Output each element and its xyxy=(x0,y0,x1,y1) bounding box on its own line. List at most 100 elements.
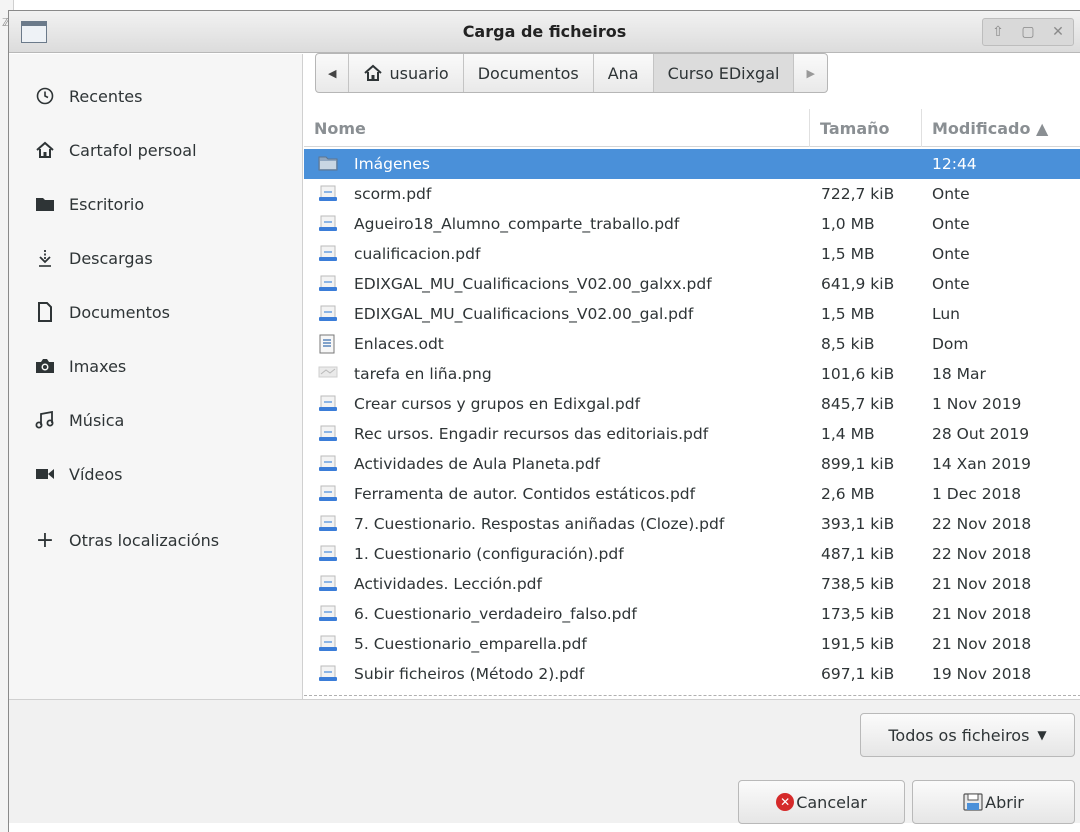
file-modified: 21 Nov 2018 xyxy=(932,575,1032,593)
file-row[interactable]: Subir ficheiros (Método 2).pdf 697,1 kiB 1… xyxy=(304,659,1080,689)
file-row[interactable]: Rec ursos. Engadir recursos das editoria… xyxy=(304,419,1080,449)
path-forward-button[interactable]: ▶ xyxy=(794,54,826,92)
file-rows: Imágenes 12:44 scorm.pdf 722,7 kiB Onte Aguei… xyxy=(304,149,1080,689)
file-name: Agueiro18_Alumno_comparte_traballo.pdf xyxy=(354,215,680,233)
file-name: scorm.pdf xyxy=(354,185,432,203)
file-row[interactable]: Enlaces.odt 8,5 kiB Dom xyxy=(304,329,1080,359)
file-chooser-dialog: Carga de ficheiros ⇧ ▢ ✕ Recentes Cartaf… xyxy=(8,10,1080,832)
file-row[interactable]: EDIXGAL_MU_Cualificacions_V02.00_gal.pdf… xyxy=(304,299,1080,329)
open-button[interactable]: Abrir xyxy=(912,780,1075,824)
cancel-button[interactable]: ✕ Cancelar xyxy=(738,780,905,824)
file-modified: 19 Nov 2018 xyxy=(932,665,1032,683)
file-row[interactable]: 5. Cuestionario_emparella.pdf 191,5 kiB 21… xyxy=(304,629,1080,659)
column-header-modified[interactable]: Modificado ▲ xyxy=(921,109,1080,147)
column-header-name[interactable]: Nome xyxy=(314,109,366,147)
pdf-icon xyxy=(318,244,338,264)
chevron-down-icon: ▼ xyxy=(1037,728,1047,742)
file-size: 1,5 MB xyxy=(821,245,875,263)
path-segment-curso-edixgal[interactable]: Curso EDixgal xyxy=(653,54,795,92)
path-back-button[interactable]: ◀ xyxy=(316,54,350,92)
file-row[interactable]: Crear cursos y grupos en Edixgal.pdf 845,… xyxy=(304,389,1080,419)
file-modified: Onte xyxy=(932,275,970,293)
dialog-footer: Todos os ficheiros ▼ ✕ Cancelar Abrir xyxy=(9,699,1080,824)
file-row[interactable]: scorm.pdf 722,7 kiB Onte xyxy=(304,179,1080,209)
sidebar-item-descargas[interactable]: Descargas xyxy=(9,238,303,278)
file-modified: Onte xyxy=(932,245,970,263)
file-name: tarefa en liña.png xyxy=(354,365,492,383)
sidebar-item-documentos[interactable]: Documentos xyxy=(9,292,303,332)
open-label: Abrir xyxy=(985,792,1024,812)
sidebar-item-label: Otras localizacións xyxy=(69,530,220,550)
file-name: Rec ursos. Engadir recursos das editoria… xyxy=(354,425,709,443)
pdf-icon xyxy=(318,544,338,564)
file-modified: 1 Nov 2019 xyxy=(932,395,1022,413)
sidebar-item-escritorio[interactable]: Escritorio xyxy=(9,184,303,224)
file-modified: 22 Nov 2018 xyxy=(932,515,1032,533)
sidebar-item-otras-localizacions[interactable]: + Otras localizacións xyxy=(9,520,303,560)
camera-icon xyxy=(35,356,55,376)
folder-icon xyxy=(35,194,55,214)
file-size: 1,5 MB xyxy=(821,305,875,323)
download-icon xyxy=(35,248,55,268)
file-row[interactable]: tarefa en liña.png 101,6 kiB 18 Mar xyxy=(304,359,1080,389)
file-name: 7. Cuestionario. Respostas aniñadas (Clo… xyxy=(354,515,725,533)
sidebar-item-imaxes[interactable]: Imaxes xyxy=(9,346,303,386)
home-icon xyxy=(35,140,55,160)
window-controls: ⇧ ▢ ✕ xyxy=(982,18,1074,46)
up-arrow-icon[interactable]: ⇧ xyxy=(987,24,1009,40)
file-size: 738,5 kiB xyxy=(821,575,895,593)
file-list: Nome Tamaño Modificado ▲ Imágenes 12:44 sc… xyxy=(304,109,1080,695)
sidebar-item-cartafol-persoal[interactable]: Cartafol persoal xyxy=(9,130,303,170)
file-size: 899,1 kiB xyxy=(821,455,895,473)
sidebar-item-videos[interactable]: Vídeos xyxy=(9,454,303,494)
file-row[interactable]: Actividades de Aula Planeta.pdf 899,1 kiB… xyxy=(304,449,1080,479)
file-row[interactable]: Imágenes 12:44 xyxy=(304,149,1080,179)
sidebar-item-recentes[interactable]: Recentes xyxy=(9,76,303,116)
path-segment-ana[interactable]: Ana xyxy=(594,54,654,92)
path-bar: ◀ usuario Documentos Ana Curso EDixgal ▶ xyxy=(315,53,828,93)
file-modified: 1 Dec 2018 xyxy=(932,485,1022,503)
file-modified: 22 Nov 2018 xyxy=(932,545,1032,563)
pdf-icon xyxy=(318,484,338,504)
folder-icon xyxy=(318,154,338,174)
clock-icon xyxy=(35,86,55,106)
pdf-icon xyxy=(318,274,338,294)
file-name: Ferramenta de autor. Contidos estáticos.… xyxy=(354,485,696,503)
file-size: 722,7 kiB xyxy=(821,185,895,203)
file-modified: 21 Nov 2018 xyxy=(932,635,1032,653)
file-row[interactable]: 1. Cuestionario (configuración).pdf 487,1… xyxy=(304,539,1080,569)
file-size: 173,5 kiB xyxy=(821,605,895,623)
sidebar-item-label: Cartafol persoal xyxy=(69,140,197,160)
pdf-icon xyxy=(318,604,338,624)
file-row[interactable]: cualificacion.pdf 1,5 MB Onte xyxy=(304,239,1080,269)
pdf-icon xyxy=(318,304,338,324)
file-row[interactable]: Ferramenta de autor. Contidos estáticos.… xyxy=(304,479,1080,509)
close-icon[interactable]: ✕ xyxy=(1047,24,1069,40)
pdf-icon xyxy=(318,424,338,444)
file-row[interactable]: Actividades. Lección.pdf 738,5 kiB 21 Nov … xyxy=(304,569,1080,599)
video-camera-icon xyxy=(35,464,55,484)
file-row[interactable]: 6. Cuestionario_verdadeiro_falso.pdf 173,… xyxy=(304,599,1080,629)
path-segment-label: usuario xyxy=(389,63,449,83)
column-header-size[interactable]: Tamaño xyxy=(809,109,921,147)
file-row[interactable]: EDIXGAL_MU_Cualificacions_V02.00_galxx.p… xyxy=(304,269,1080,299)
file-name: EDIXGAL_MU_Cualificacions_V02.00_gal.pdf xyxy=(354,305,694,323)
path-segment-usuario[interactable]: usuario xyxy=(349,54,464,92)
path-segment-documentos[interactable]: Documentos xyxy=(464,54,594,92)
file-modified: 21 Nov 2018 xyxy=(932,605,1032,623)
pdf-icon xyxy=(318,634,338,654)
file-size: 1,0 MB xyxy=(821,215,875,233)
file-filter-dropdown[interactable]: Todos os ficheiros ▼ xyxy=(860,713,1075,757)
file-row[interactable]: 7. Cuestionario. Respostas aniñadas (Clo… xyxy=(304,509,1080,539)
file-size: 845,7 kiB xyxy=(821,395,895,413)
sidebar-item-musica[interactable]: Música xyxy=(9,400,303,440)
path-segment-label: Ana xyxy=(607,63,639,83)
file-size: 697,1 kiB xyxy=(821,665,895,683)
title-bar[interactable]: Carga de ficheiros ⇧ ▢ ✕ xyxy=(9,11,1080,53)
file-row[interactable]: Agueiro18_Alumno_comparte_traballo.pdf 1,… xyxy=(304,209,1080,239)
image-icon xyxy=(318,364,338,384)
open-icon xyxy=(963,793,983,811)
cancel-icon: ✕ xyxy=(776,793,795,811)
maximize-icon[interactable]: ▢ xyxy=(1017,24,1039,40)
file-modified: 12:44 xyxy=(932,155,977,173)
